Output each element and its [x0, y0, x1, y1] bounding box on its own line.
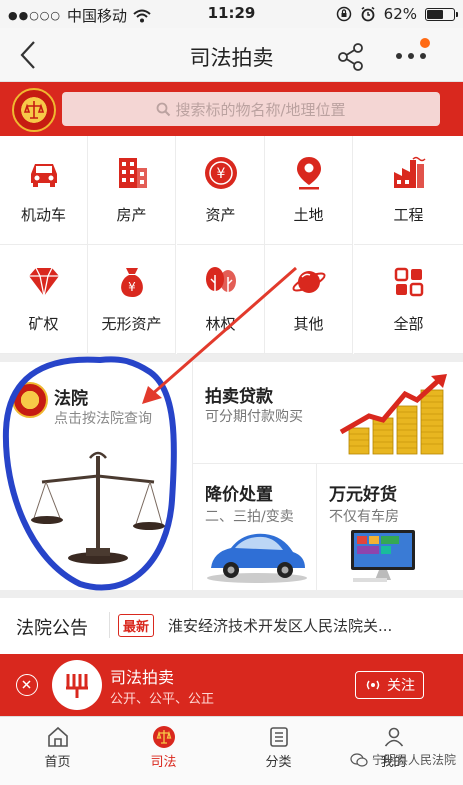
close-icon[interactable] — [16, 674, 38, 696]
category-all[interactable]: 全部 — [354, 245, 463, 354]
battery-icon — [425, 7, 458, 21]
car-icon — [30, 164, 57, 187]
card-title: 万元好货 — [329, 485, 397, 505]
tab-judicial[interactable]: 司法 — [106, 717, 221, 773]
home-icon — [47, 726, 68, 747]
category-label: 工程 — [393, 206, 424, 224]
promo-section: 法院 点击按法院查询 拍卖贷款 可分期付款购买 降价处置 二、三拍/变卖 万元好… — [0, 362, 463, 590]
card-title: 法院 — [54, 389, 88, 409]
watermark-text: 宁明县人民法院 — [372, 753, 457, 767]
court-emblem-icon — [152, 726, 175, 748]
battery-level — [427, 9, 444, 19]
battery-percent: 62% — [383, 5, 417, 23]
card-subtitle: 二、三拍/变卖 — [205, 509, 294, 525]
grid-icon — [394, 267, 423, 297]
tab-label: 司法 — [150, 755, 177, 770]
category-real-estate[interactable]: 房产 — [88, 136, 176, 245]
court-notice-bar[interactable]: 法院公告 最新 淮安经济技术开发区人民法院关... — [0, 598, 463, 654]
auction-loan-card[interactable]: 拍卖贷款 可分期付款购买 — [193, 362, 463, 464]
yen-coin-icon: ¥ — [204, 157, 237, 189]
user-icon — [384, 727, 403, 747]
tab-label: 首页 — [44, 755, 71, 770]
category-assets[interactable]: ¥ 资产 — [177, 136, 265, 245]
svg-text:¥: ¥ — [216, 166, 225, 182]
price-reduction-card[interactable]: 降价处置 二、三拍/变卖 — [193, 464, 317, 590]
category-label: 其他 — [293, 315, 324, 333]
category-vehicle[interactable]: 机动车 — [0, 136, 88, 245]
category-other[interactable]: 其他 — [265, 245, 353, 354]
building-icon — [118, 158, 147, 188]
category-label: 林权 — [205, 315, 236, 333]
wechat-icon — [350, 752, 368, 767]
watermark: 宁明县人民法院 — [350, 751, 456, 768]
justice-scale-image — [31, 451, 165, 564]
category-forest-rights[interactable]: 林权 — [177, 245, 265, 354]
planet-icon — [291, 271, 326, 293]
court-search-card[interactable]: 法院 点击按法院查询 — [0, 362, 193, 590]
notice-text: 淮安经济技术开发区人民法院关... — [168, 617, 393, 635]
court-emblem-logo — [12, 88, 56, 132]
account-logo — [52, 660, 102, 710]
category-label: 土地 — [293, 206, 324, 224]
category-label: 资产 — [205, 206, 236, 224]
rotation-lock-icon — [336, 6, 351, 22]
follow-button[interactable]: 关注 — [355, 671, 424, 699]
card-subtitle: 不仅有车房 — [329, 509, 399, 525]
latest-badge: 最新 — [118, 614, 155, 637]
card-subtitle: 可分期付款购买 — [205, 409, 303, 425]
card-title: 拍卖贷款 — [205, 387, 273, 407]
category-label: 房产 — [116, 206, 147, 224]
search-input[interactable]: 搜索标的物名称/地理位置 — [62, 92, 440, 126]
tree-icon — [205, 267, 236, 297]
svg-text:¥: ¥ — [128, 280, 136, 294]
category-label: 全部 — [393, 315, 424, 333]
category-label: 矿权 — [28, 315, 59, 333]
location-pin-icon — [296, 157, 321, 190]
search-placeholder: 搜索标的物名称/地理位置 — [175, 100, 346, 119]
search-band: 搜索标的物名称/地理位置 — [0, 82, 463, 136]
category-intangible-assets[interactable]: ¥ 无形资产 — [88, 245, 176, 354]
notification-dot — [420, 38, 430, 48]
list-icon — [269, 727, 288, 747]
tab-category[interactable]: 分类 — [221, 717, 336, 773]
diamond-icon — [28, 267, 59, 297]
tab-label: 分类 — [265, 755, 292, 770]
category-land[interactable]: 土地 — [265, 136, 353, 245]
card-title: 降价处置 — [205, 485, 273, 505]
status-bar: ●●○○○ 中国移动 11:29 62% — [0, 0, 463, 28]
category-engineering[interactable]: 工程 — [354, 136, 463, 245]
bottom-tab-bar: 首页 司法 分类 我的 宁明县人民法院 — [0, 716, 463, 785]
card-subtitle: 点击按法院查询 — [54, 411, 152, 427]
bargain-goods-card[interactable]: 万元好货 不仅有车房 — [317, 464, 463, 590]
court-emblem-icon — [12, 382, 48, 418]
factory-icon — [393, 156, 426, 188]
all-in-one-pc-image — [351, 530, 415, 582]
more-options-icon[interactable] — [394, 48, 428, 64]
gold-coins-chart-image — [339, 374, 447, 455]
share-icon[interactable] — [336, 42, 366, 72]
nav-bar: 司法拍卖 — [0, 28, 463, 82]
account-name: 司法拍卖 — [110, 668, 175, 687]
category-label: 无形资产 — [101, 315, 162, 333]
category-mining[interactable]: 矿权 — [0, 245, 88, 354]
notice-title: 法院公告 — [16, 618, 88, 639]
follow-label: 关注 — [387, 678, 415, 694]
search-icon — [157, 102, 171, 116]
broadcast-icon — [366, 680, 380, 690]
follow-account-bar: 司法拍卖 公开、公平、公正 关注 — [0, 654, 463, 716]
blue-car-image — [207, 533, 307, 583]
tab-home[interactable]: 首页 — [0, 717, 115, 773]
category-label: 机动车 — [20, 206, 66, 224]
account-slogan: 公开、公平、公正 — [110, 692, 215, 707]
category-grid: 机动车 房产 ¥ 资产 土地 工程 矿权 ¥ 无形资产 林权 其他 全部 — [0, 136, 463, 354]
alarm-icon — [361, 6, 375, 22]
divider — [109, 612, 110, 638]
money-bag-icon: ¥ — [120, 268, 143, 297]
